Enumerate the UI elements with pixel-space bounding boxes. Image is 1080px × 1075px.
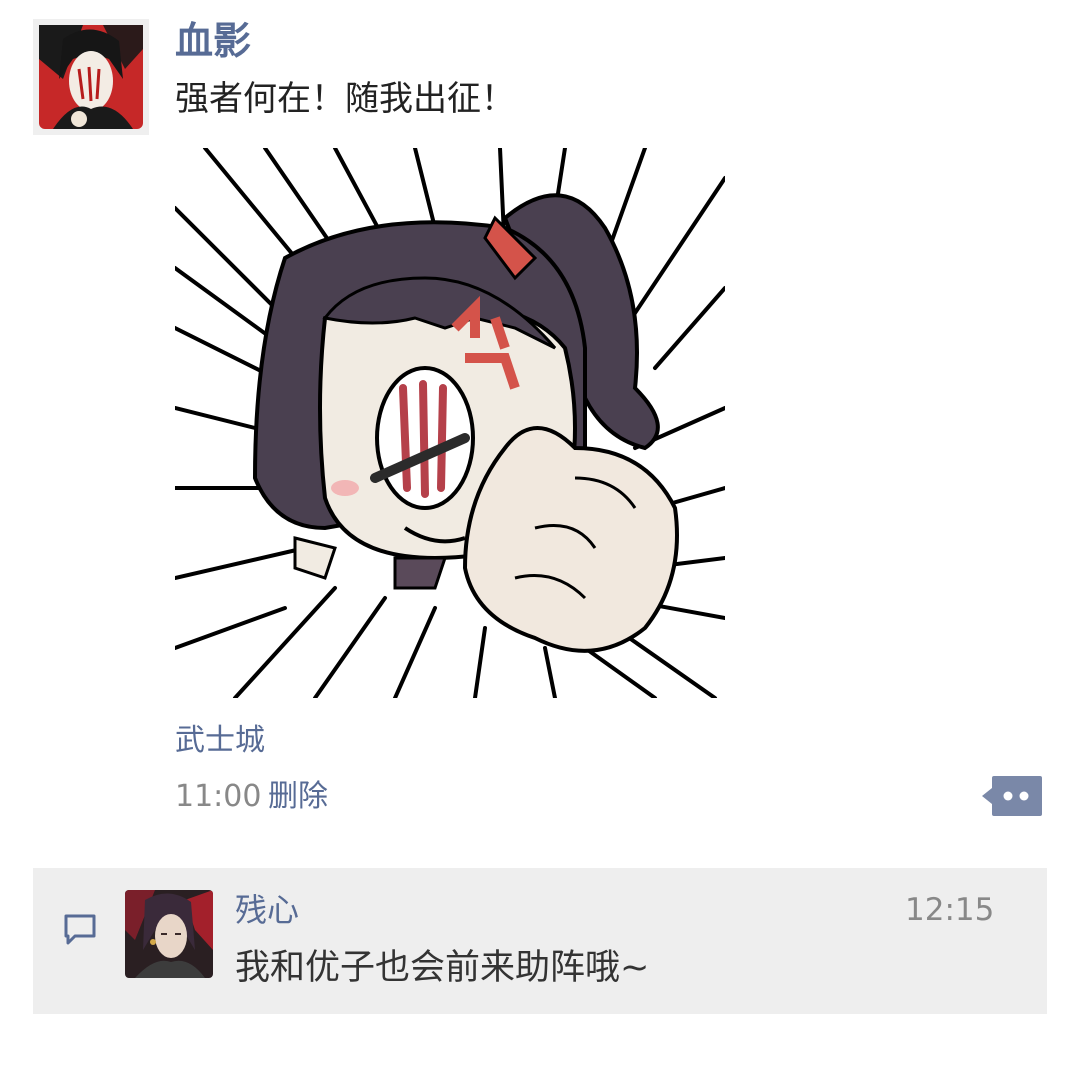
poster-name[interactable]: 血影 [175,16,251,66]
comment-bubble-icon [63,912,97,946]
post-location[interactable]: 武士城 [175,720,265,762]
comment-text[interactable]: 我和优子也会前来助阵哦~ [235,944,649,992]
comment-time: 12:15 [905,892,995,928]
post-text: 强者何在！随我出征！ [175,79,515,119]
delete-button[interactable]: 删除 [268,776,328,818]
poster-avatar[interactable] [33,19,149,135]
comment-list: 残心 12:15 我和优子也会前来助阵哦~ [33,868,1047,1014]
commenter-avatar[interactable] [125,890,213,978]
post-time: 11:00 [175,779,262,814]
post-image[interactable] [175,148,725,698]
commenter-name[interactable]: 残心 [235,888,299,932]
more-actions-button[interactable] [980,774,1042,818]
ellipsis-bubble-icon [982,776,1042,816]
moment-post: 血影 强者何在！随我出征！ 武士城 11:00 删除 残心 12:15 我和优子… [0,0,1080,1075]
